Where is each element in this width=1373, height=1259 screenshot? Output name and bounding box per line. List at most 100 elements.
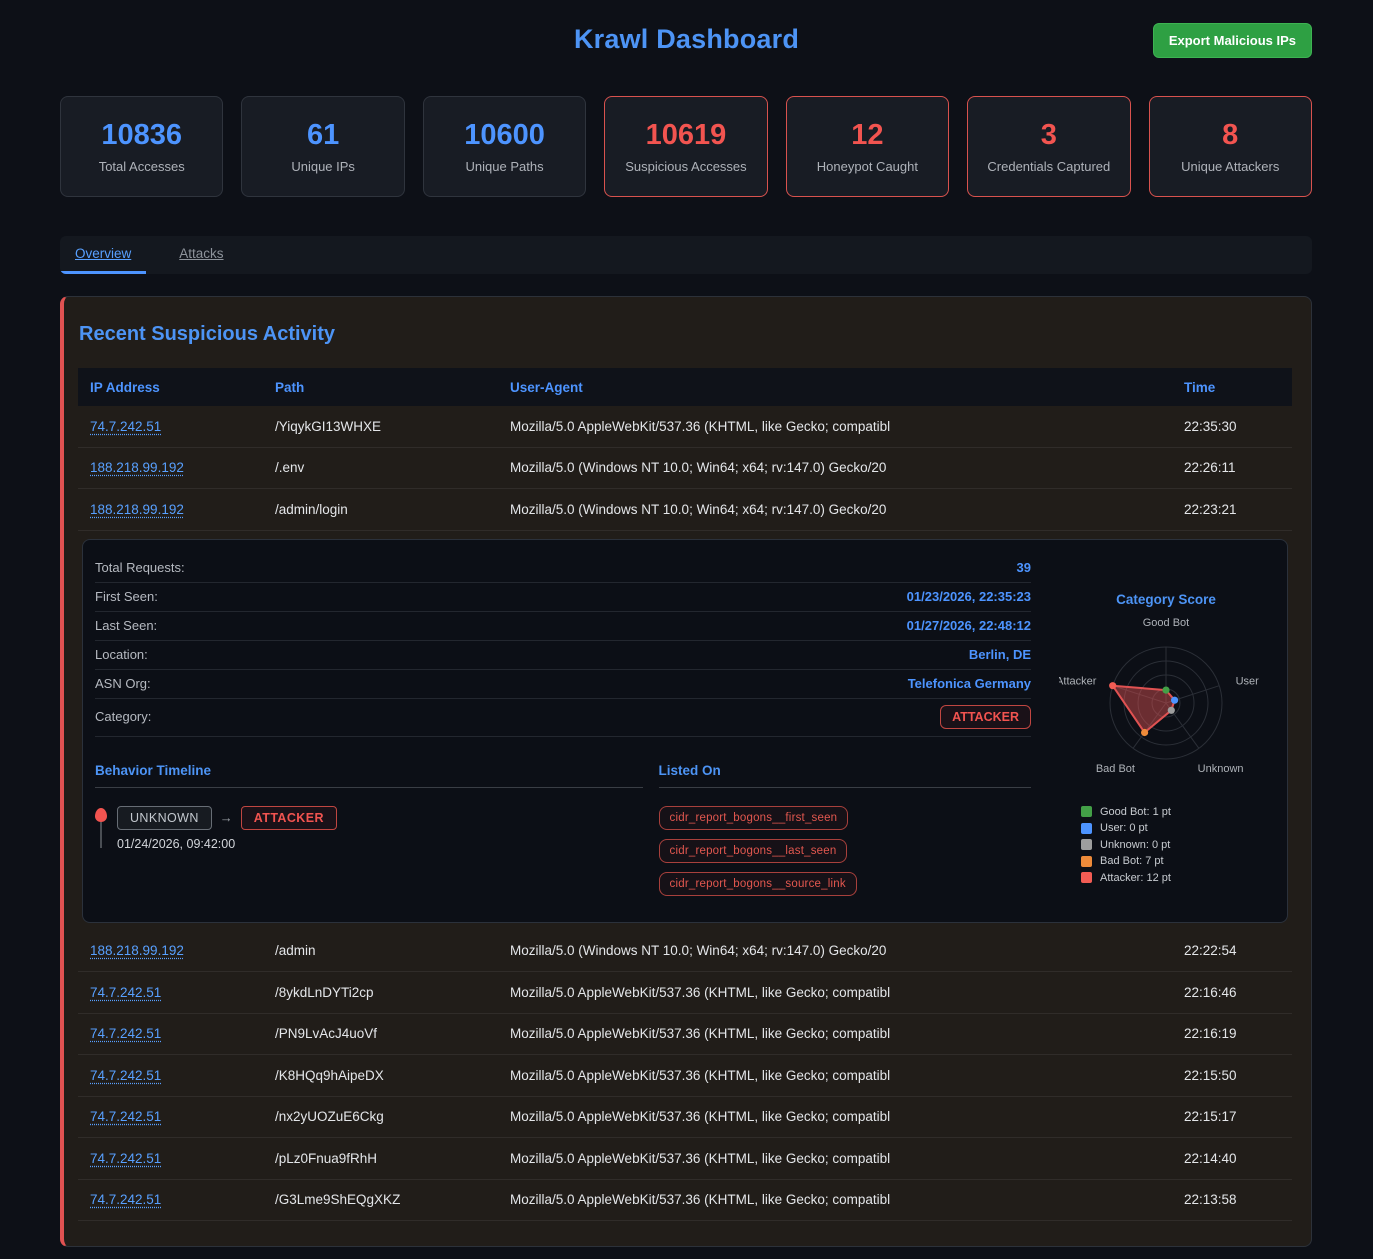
stat-value: 8 <box>1222 119 1238 152</box>
field-label: First Seen: <box>95 589 158 604</box>
field-value: Telefonica Germany <box>908 676 1031 691</box>
stat-value: 10619 <box>646 119 727 152</box>
legend-item: Good Bot: 1 pt <box>1081 806 1273 818</box>
time-cell: 22:14:40 <box>1184 1151 1292 1166</box>
time-cell: 22:15:50 <box>1184 1068 1292 1083</box>
stat-label: Suspicious Accesses <box>625 159 746 174</box>
listed-on-section: Listed On cidr_report_bogons__first_seen… <box>659 763 1031 896</box>
user-agent-cell: Mozilla/5.0 AppleWebKit/537.36 (KHTML, l… <box>510 1026 1184 1041</box>
category-chip-attacker: ATTACKER <box>241 806 337 830</box>
detail-sections: Behavior Timeline UNKNOWN → ATTACKER <box>95 763 1031 896</box>
path-cell: /YiqykGI13WHXE <box>275 419 510 434</box>
stat-label: Credentials Captured <box>987 159 1110 174</box>
stat-card-credentials-captured: 3 Credentials Captured <box>967 96 1130 197</box>
column-header-time: Time <box>1184 380 1292 395</box>
field-value: Berlin, DE <box>969 647 1031 662</box>
time-cell: 22:16:46 <box>1184 985 1292 1000</box>
stat-label: Unique IPs <box>291 159 355 174</box>
detail-field-row: Last Seen:01/27/2026, 22:48:12 <box>95 612 1031 641</box>
column-header-ip-address: IP Address <box>90 380 275 395</box>
path-cell: /K8HQq9hAipeDX <box>275 1068 510 1083</box>
stat-value: 10836 <box>101 119 182 152</box>
ip-address-link[interactable]: 74.7.242.51 <box>90 985 161 1000</box>
blocklist-chip: cidr_report_bogons__last_seen <box>659 839 848 863</box>
svg-text:Attacker: Attacker <box>1059 675 1097 687</box>
category-field-row: Category: ATTACKER <box>95 699 1031 737</box>
ip-address-link[interactable]: 74.7.242.51 <box>90 1068 161 1083</box>
table-body: 74.7.242.51 /YiqykGI13WHXE Mozilla/5.0 A… <box>78 406 1292 1221</box>
table-header-row: IP AddressPathUser-AgentTime <box>78 368 1292 406</box>
user-agent-cell: Mozilla/5.0 AppleWebKit/537.36 (KHTML, l… <box>510 1068 1184 1083</box>
table-row[interactable]: 74.7.242.51 /8ykdLnDYTi2cp Mozilla/5.0 A… <box>78 972 1292 1014</box>
radar-chart: Good BotUserUnknownBad BotAttacker <box>1059 611 1273 798</box>
table-row[interactable]: 74.7.242.51 /nx2yUOZuE6Ckg Mozilla/5.0 A… <box>78 1097 1292 1139</box>
path-cell: /.env <box>275 460 510 475</box>
export-malicious-ips-button[interactable]: Export Malicious IPs <box>1153 23 1312 58</box>
field-label: Location: <box>95 647 148 662</box>
legend-swatch-icon <box>1081 806 1092 817</box>
time-cell: 22:22:54 <box>1184 943 1292 958</box>
legend-item: Unknown: 0 pt <box>1081 839 1273 851</box>
detail-field-row: ASN Org: Telefonica Germany <box>95 670 1031 699</box>
ip-detail-fields: Total Requests:39First Seen:01/23/2026, … <box>95 554 1031 699</box>
listed-on-title: Listed On <box>659 763 1031 788</box>
table-row[interactable]: 188.218.99.192 /.env Mozilla/5.0 (Window… <box>78 448 1292 490</box>
stat-card-unique-ips: 61 Unique IPs <box>241 96 404 197</box>
user-agent-cell: Mozilla/5.0 (Windows NT 10.0; Win64; x64… <box>510 502 1184 517</box>
legend-label: Unknown: 0 pt <box>1100 839 1170 851</box>
panel-title: Recent Suspicious Activity <box>79 323 1292 346</box>
user-agent-cell: Mozilla/5.0 AppleWebKit/537.36 (KHTML, l… <box>510 985 1184 1000</box>
path-cell: /admin/login <box>275 502 510 517</box>
table-row[interactable]: 74.7.242.51 /pLz0Fnua9fRhH Mozilla/5.0 A… <box>78 1138 1292 1180</box>
time-cell: 22:23:21 <box>1184 502 1292 517</box>
listed-on-badges: cidr_report_bogons__first_seencidr_repor… <box>659 806 1031 896</box>
field-value: 01/23/2026, 22:35:23 <box>907 589 1031 604</box>
ip-address-link[interactable]: 188.218.99.192 <box>90 460 184 475</box>
ip-address-link[interactable]: 74.7.242.51 <box>90 1151 161 1166</box>
table-row[interactable]: 74.7.242.51 /K8HQq9hAipeDX Mozilla/5.0 A… <box>78 1055 1292 1097</box>
stat-label: Unique Paths <box>466 159 544 174</box>
table-row[interactable]: 74.7.242.51 /YiqykGI13WHXE Mozilla/5.0 A… <box>78 406 1292 448</box>
time-cell: 22:15:17 <box>1184 1109 1292 1124</box>
tab-bar: Overview Attacks <box>60 236 1312 274</box>
legend-swatch-icon <box>1081 823 1092 834</box>
legend-item: Attacker: 12 pt <box>1081 872 1273 884</box>
ip-address-link[interactable]: 74.7.242.51 <box>90 419 161 434</box>
category-score-chart: Category Score Good BotUserUnknownBad Bo… <box>1059 554 1273 896</box>
ip-address-link[interactable]: 188.218.99.192 <box>90 943 184 958</box>
user-agent-cell: Mozilla/5.0 (Windows NT 10.0; Win64; x64… <box>510 460 1184 475</box>
svg-text:User: User <box>1236 675 1260 687</box>
table-row[interactable]: 74.7.242.51 /G3Lme9ShEQgXKZ Mozilla/5.0 … <box>78 1180 1292 1222</box>
ip-address-link[interactable]: 74.7.242.51 <box>90 1192 161 1207</box>
path-cell: /8ykdLnDYTi2cp <box>275 985 510 1000</box>
stat-card-unique-attackers: 8 Unique Attackers <box>1149 96 1312 197</box>
tab-overview[interactable]: Overview <box>60 236 146 274</box>
stat-card-honeypot-caught: 12 Honeypot Caught <box>786 96 949 197</box>
timeline-timestamp: 01/24/2026, 09:42:00 <box>117 837 337 851</box>
stat-card-suspicious-accesses: 10619 Suspicious Accesses <box>604 96 767 197</box>
user-agent-cell: Mozilla/5.0 (Windows NT 10.0; Win64; x64… <box>510 943 1184 958</box>
legend-item: User: 0 pt <box>1081 822 1273 834</box>
path-cell: /pLz0Fnua9fRhH <box>275 1151 510 1166</box>
stats-row: 10836 Total Accesses 61 Unique IPs 10600… <box>60 96 1312 197</box>
field-label: ASN Org: <box>95 676 151 691</box>
path-cell: /nx2yUOZuE6Ckg <box>275 1109 510 1124</box>
field-label: Total Requests: <box>95 560 185 575</box>
user-agent-cell: Mozilla/5.0 AppleWebKit/537.36 (KHTML, l… <box>510 1192 1184 1207</box>
ip-address-link[interactable]: 74.7.242.51 <box>90 1109 161 1124</box>
tab-attacks[interactable]: Attacks <box>164 236 238 274</box>
stat-card-unique-paths: 10600 Unique Paths <box>423 96 586 197</box>
table-row[interactable]: 188.218.99.192 /admin/login Mozilla/5.0 … <box>78 489 1292 531</box>
table-row[interactable]: 188.218.99.192 /admin Mozilla/5.0 (Windo… <box>78 931 1292 973</box>
legend-label: Bad Bot: 7 pt <box>1100 855 1164 867</box>
field-label: Last Seen: <box>95 618 157 633</box>
ip-address-link[interactable]: 188.218.99.192 <box>90 502 184 517</box>
behavior-timeline-section: Behavior Timeline UNKNOWN → ATTACKER <box>95 763 643 896</box>
time-cell: 22:26:11 <box>1184 460 1292 475</box>
field-label: Category: <box>95 709 151 724</box>
behavior-timeline-title: Behavior Timeline <box>95 763 643 788</box>
ip-address-link[interactable]: 74.7.242.51 <box>90 1026 161 1041</box>
table-row[interactable]: 74.7.242.51 /PN9LvAcJ4uoVf Mozilla/5.0 A… <box>78 1014 1292 1056</box>
category-chip-unknown: UNKNOWN <box>117 806 212 830</box>
legend-label: Attacker: 12 pt <box>1100 872 1171 884</box>
